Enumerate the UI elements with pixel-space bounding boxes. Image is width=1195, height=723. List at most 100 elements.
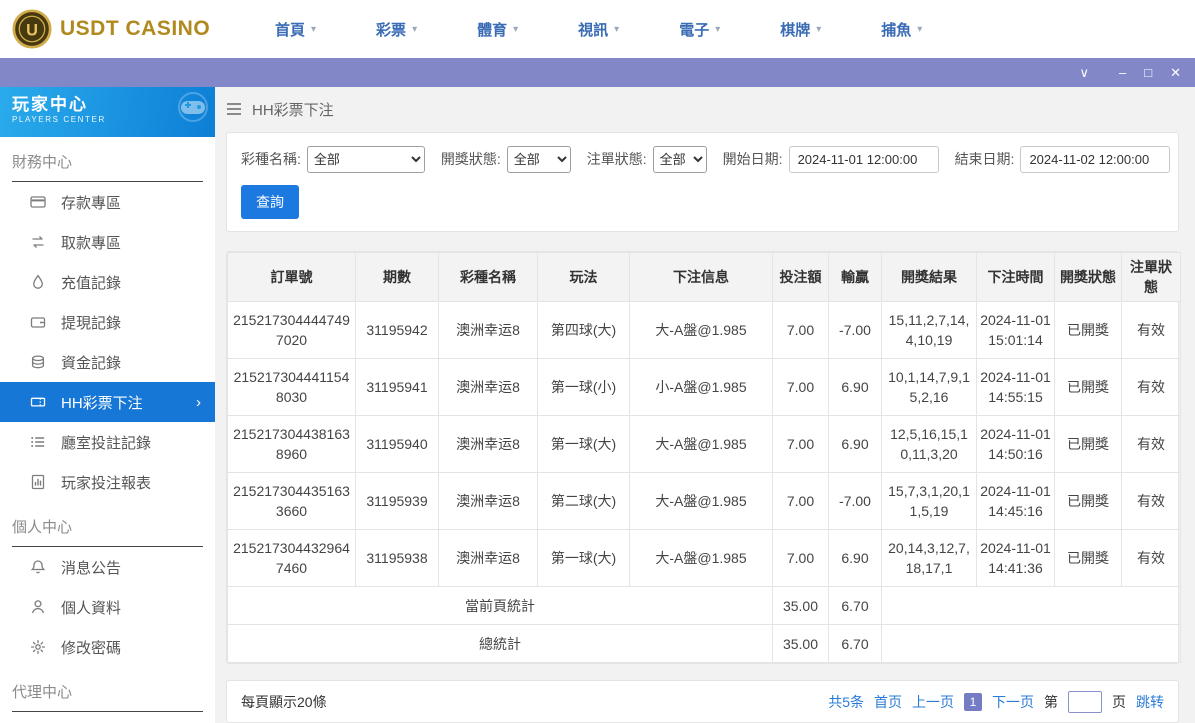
sidebar-item-label: 提現記錄: [61, 314, 122, 332]
cell-bet_amount: 7.00: [772, 472, 829, 531]
cell-win_loss: 6.90: [828, 358, 882, 417]
start-date-input[interactable]: [788, 145, 939, 173]
prev-page-link[interactable]: 上一页: [912, 692, 954, 712]
sidebar-item[interactable]: 存款專區: [0, 182, 215, 222]
chevron-down-icon: ▾: [816, 23, 822, 35]
column-header: 訂單號: [227, 251, 356, 303]
order-status-select[interactable]: 全部: [652, 145, 707, 173]
sidebar-item[interactable]: 消息公告: [0, 547, 215, 587]
chevron-down-icon: ▾: [311, 23, 317, 35]
cell-draw_result: 20,14,3,12,7,18,17,1: [881, 529, 977, 588]
chevron-right-icon: ›: [196, 393, 201, 411]
nav-item[interactable]: 體育 ▾: [477, 19, 518, 40]
sidebar-item[interactable]: 提現記錄: [0, 302, 215, 342]
search-button[interactable]: 查詢: [241, 184, 299, 219]
sidebar-item[interactable]: 個人資料: [0, 587, 215, 627]
sidebar-item[interactable]: 充值記錄: [0, 262, 215, 302]
jump-suffix-label: 页: [1112, 693, 1126, 710]
cell-win_loss: -7.00: [828, 472, 882, 531]
report-chart-icon: [30, 474, 46, 490]
next-page-link[interactable]: 下一页: [992, 692, 1034, 712]
cell-draw_status: 已開獎: [1054, 358, 1122, 417]
breadcrumb: HH彩票下注: [226, 87, 1179, 132]
sidebar-item[interactable]: HH彩票下注 ›: [0, 382, 215, 422]
nav-item-label: 體育: [477, 21, 508, 39]
cell-bet_time: 2024-11-01 15:01:14: [976, 301, 1055, 360]
nav-item[interactable]: 棋牌 ▾: [780, 19, 821, 40]
grand-total-empty: [881, 624, 1181, 664]
filter-panel: 彩種名稱: 全部 開獎狀態: 全部 注單狀態: 全部 開始日期: 2024-11…: [226, 131, 1179, 232]
end-date-filter: 結束日期:: [954, 145, 1171, 173]
sidebar-item-label: HH彩票下注: [61, 394, 143, 412]
top-nav: 首頁 ▾ 彩票 ▾ 體育 ▾ 視訊 ▾ 電子 ▾ 棋牌 ▾ 捕魚 ▾: [275, 19, 922, 40]
column-header: 期數: [355, 251, 439, 303]
sidebar-section-label: 財務中心: [12, 151, 203, 182]
chevron-down-icon: ▾: [715, 23, 721, 35]
order-status-label: 注單狀態:: [586, 151, 647, 168]
brand: U USDT CASINO: [12, 9, 247, 49]
sidebar-item[interactable]: 廳室投註記錄: [0, 422, 215, 462]
nav-item[interactable]: 首頁 ▾: [275, 19, 316, 40]
chevron-down-icon: ▾: [917, 23, 923, 35]
sidebar-item[interactable]: 取款專區: [0, 222, 215, 262]
svg-text:U: U: [26, 21, 38, 39]
jump-prefix-label: 第: [1044, 693, 1058, 710]
sidebar-item[interactable]: 修改密碼: [0, 627, 215, 667]
lottery-name-select[interactable]: 全部: [306, 145, 425, 173]
nav-item[interactable]: 視訊 ▾: [578, 19, 619, 40]
funds-coins-icon: [30, 354, 46, 370]
sidebar-item-label: 充值記錄: [61, 274, 122, 292]
table-row: 2152173044351633660 31195939 澳洲幸运8 第二球(大) 大-…: [227, 472, 1181, 531]
minimize-icon[interactable]: –: [1119, 66, 1126, 79]
lottery-name-label: 彩種名稱:: [241, 151, 301, 168]
cell-play_type: 第一球(大): [537, 529, 630, 588]
cell-draw_result: 15,11,2,7,14,4,10,19: [881, 301, 977, 360]
current-page-button[interactable]: 1: [964, 692, 982, 711]
sidebar: 玩家中心 PLAYERS CENTER 財務中心 存款專區 取款專區 充值記錄 提現記錄…: [0, 87, 215, 723]
first-page-link[interactable]: 首页: [874, 692, 902, 712]
cell-period: 31195942: [355, 301, 439, 360]
jump-button[interactable]: 跳转: [1136, 692, 1164, 712]
cell-period: 31195938: [355, 529, 439, 588]
hall-list-icon: [30, 434, 46, 450]
cell-lottery_name: 澳洲幸运8: [438, 472, 538, 531]
close-icon[interactable]: ✕: [1170, 66, 1181, 79]
cell-draw_result: 12,5,16,15,10,11,3,20: [881, 415, 977, 474]
sidebar-item[interactable]: 玩家投注報表: [0, 462, 215, 502]
draw-status-label: 開獎狀態:: [440, 151, 501, 168]
nav-item[interactable]: 彩票 ▾: [376, 19, 417, 40]
total-count-text: 共5条: [828, 693, 864, 710]
deposit-card-icon: [30, 194, 46, 210]
end-date-input[interactable]: [1020, 145, 1171, 173]
chevron-down-icon: ▾: [614, 23, 620, 35]
nav-item[interactable]: 電子 ▾: [679, 19, 720, 40]
draw-status-filter: 開獎狀態: 全部: [440, 145, 571, 173]
sidebar-item-label: 存款專區: [61, 194, 122, 212]
hamburger-menu-icon[interactable]: [226, 102, 242, 116]
page-title: HH彩票下注: [252, 101, 334, 119]
cell-bet_amount: 7.00: [772, 415, 829, 474]
column-header: 投注額: [772, 251, 829, 303]
table-row: 2152173044329647460 31195938 澳洲幸运8 第一球(大) 大-…: [227, 529, 1181, 588]
jump-page-input[interactable]: [1068, 690, 1102, 713]
cell-win_loss: 6.90: [828, 529, 882, 588]
grand-total-bet-amount: 35.00: [772, 624, 829, 664]
cell-win_loss: 6.90: [828, 415, 882, 474]
end-date-label: 結束日期:: [954, 151, 1015, 168]
sidebar-nav: 財務中心存款專區取款專區充值記錄提現記錄資金記錄 HH彩票下注 › 廳室投註記錄 玩家投…: [0, 137, 215, 712]
maximize-icon[interactable]: □: [1144, 66, 1152, 79]
cell-bet_time: 2024-11-01 14:45:16: [976, 472, 1055, 531]
collapse-chevron-icon[interactable]: ∨: [1079, 66, 1089, 79]
cell-bet_info: 大-A盤@1.985: [629, 415, 773, 474]
cell-order_status: 有效: [1121, 358, 1181, 417]
cell-lottery_name: 澳洲幸运8: [438, 358, 538, 417]
nav-item[interactable]: 捕魚 ▾: [881, 19, 922, 40]
sidebar-section: 代理中心: [0, 667, 215, 712]
bell-icon: [30, 559, 46, 575]
draw-status-select[interactable]: 全部: [506, 145, 571, 173]
nav-item-label: 彩票: [376, 21, 407, 39]
sidebar-item[interactable]: 資金記錄: [0, 342, 215, 382]
column-header: 開獎結果: [881, 251, 977, 303]
bets-table: 訂單號 期數 彩種名稱 玩法 下注信息 投注額 輸贏 開獎結果 下注時間 開獎狀態 注單狀態 215…: [227, 251, 1181, 664]
table-body: 2152173044447497020 31195942 澳洲幸运8 第四球(大) 大-…: [227, 301, 1181, 588]
